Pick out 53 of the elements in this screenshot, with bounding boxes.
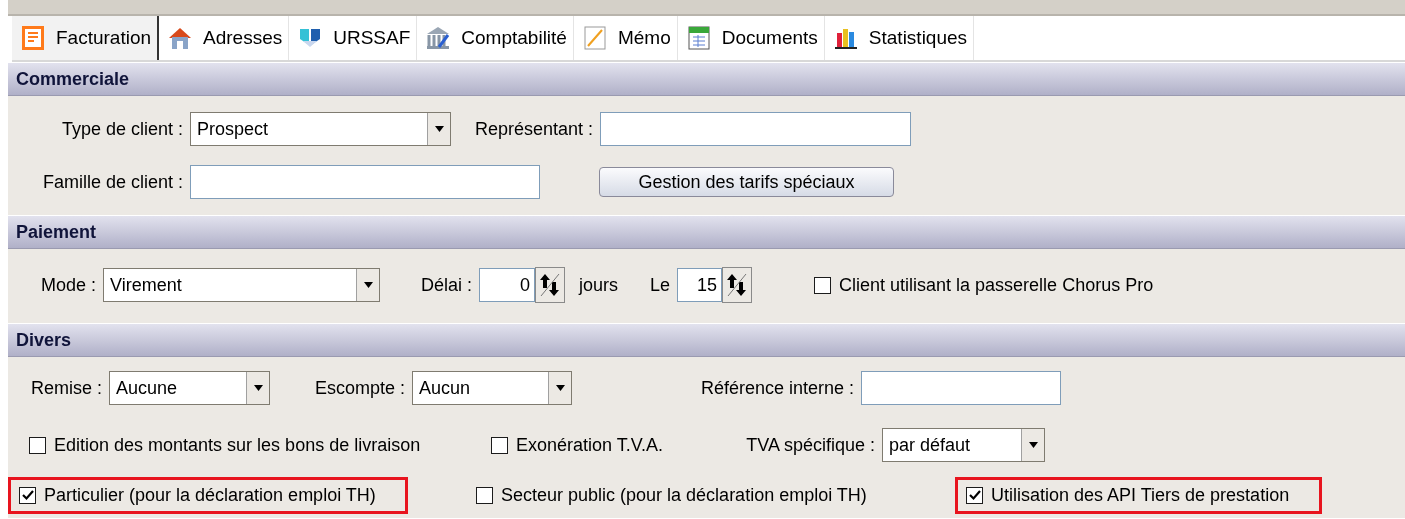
checkbox[interactable] — [19, 486, 36, 504]
field-label: Remise : — [30, 377, 102, 399]
dropdown[interactable]: Aucun — [412, 371, 572, 405]
checkbox-label: Secteur public (pour la déclaration emploi TH) — [501, 484, 867, 506]
checkbox-label: Particulier (pour la déclaration emploi TH) — [44, 484, 376, 506]
unit-label: jours — [579, 274, 618, 296]
field-label: Référence interne : — [699, 377, 854, 399]
section-header: Commerciale — [8, 62, 1405, 96]
checkmark-icon — [968, 489, 981, 501]
invoice-icon — [20, 25, 46, 51]
dropdown[interactable]: Virement — [103, 268, 380, 302]
caret-icon — [253, 385, 263, 391]
spin-button[interactable] — [722, 267, 752, 303]
caret-icon — [555, 385, 565, 391]
checkbox[interactable] — [29, 436, 46, 454]
dropdown[interactable]: par défaut — [882, 428, 1045, 462]
caret-icon — [363, 282, 373, 288]
checkbox-label: Utilisation des API Tiers de prestation — [991, 484, 1290, 506]
spin-button[interactable] — [535, 267, 565, 303]
input-field[interactable] — [190, 165, 540, 199]
checkbox[interactable] — [814, 276, 831, 294]
dropdown[interactable]: Prospect — [190, 112, 451, 146]
field-label: Famille de client : — [41, 171, 183, 193]
checkbox-label: Edition des montants sur les bons de livraison — [54, 434, 421, 456]
section-header: Divers — [8, 323, 1405, 357]
field-label: Escompte : — [313, 377, 405, 399]
field-label: Représentant : — [473, 118, 593, 140]
number-field[interactable]: 0 — [479, 268, 535, 302]
checkbox[interactable] — [491, 436, 508, 454]
number-field[interactable]: 15 — [677, 268, 722, 302]
caret-icon — [1028, 442, 1038, 448]
field-label: TVA spécifique : — [745, 434, 875, 456]
checkbox[interactable] — [476, 486, 493, 504]
checkbox-label: Exonération T.V.A. — [516, 434, 664, 456]
tariffs-button[interactable]: Gestion des tarifs spéciaux — [599, 167, 894, 197]
bank-icon — [425, 25, 452, 51]
field-label: Type de client : — [60, 118, 183, 140]
note-icon — [581, 25, 608, 51]
input-field[interactable] — [600, 112, 911, 146]
spreadsheet-icon — [685, 25, 712, 51]
checkmark-icon — [21, 489, 34, 501]
spin-arrows-icon — [539, 272, 561, 298]
tab[interactable]: Facturation — [12, 16, 160, 60]
field-label: Délai : — [419, 274, 472, 296]
checkbox[interactable] — [966, 486, 983, 504]
dropdown[interactable]: Aucune — [109, 371, 270, 405]
field-label: Le — [649, 274, 670, 296]
spin-arrows-icon — [726, 272, 748, 298]
field-label: Mode : — [39, 274, 96, 296]
caret-icon — [434, 126, 444, 132]
section-header: Paiement — [8, 215, 1405, 249]
checkbox-label: Client utilisant la passerelle Chorus Pro — [839, 274, 1154, 296]
input-field[interactable] — [861, 371, 1061, 405]
